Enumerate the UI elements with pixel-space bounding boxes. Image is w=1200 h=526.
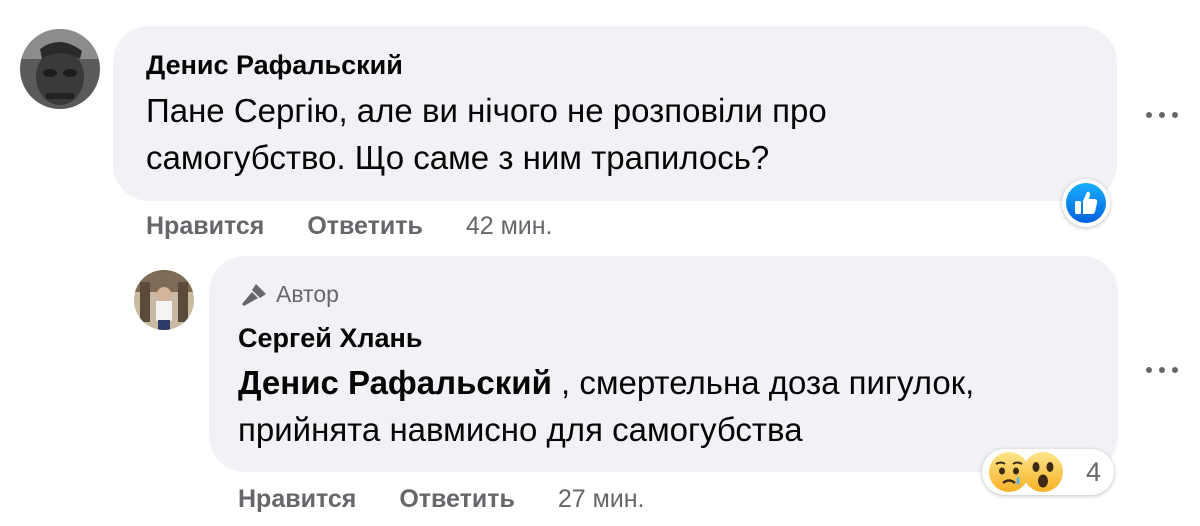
wow-icon (1023, 452, 1063, 492)
reply-author-avatar[interactable] (134, 270, 194, 330)
microphone-icon (242, 284, 266, 306)
comment-actions: Нравится Ответить 42 мин. (146, 212, 552, 241)
reply-reactions[interactable]: 4 (982, 449, 1114, 495)
comment-text: Пане Сергію, але ви нічого не розповіли … (146, 87, 1096, 181)
reply-text-line-1: Денис Рафальский , смертельна доза пигул… (238, 359, 1098, 406)
comment-reaction-badge[interactable] (1062, 179, 1110, 227)
like-icon (1066, 183, 1106, 223)
reply-author-name[interactable]: Сергей Хлань (238, 323, 422, 354)
comment-like-button[interactable]: Нравится (146, 212, 264, 240)
reply-text: Денис Рафальский , смертельна доза пигул… (238, 359, 1098, 453)
author-badge-label: Автор (276, 281, 339, 307)
comment-timestamp[interactable]: 42 мин. (466, 212, 553, 240)
commenter-avatar[interactable] (20, 29, 100, 109)
comment-author-name[interactable]: Денис Рафальский (146, 50, 403, 81)
reply-timestamp[interactable]: 27 мин. (558, 485, 645, 513)
author-badge: Автор (238, 280, 339, 308)
comment-more-options-button[interactable] (1142, 100, 1182, 130)
comment-text-line-1: Пане Сергію, але ви нічого не розповіли … (146, 92, 827, 129)
comment-reply-button[interactable]: Ответить (307, 212, 423, 240)
mention-link[interactable]: Денис Рафальский (238, 364, 552, 401)
reply-actions: Нравится Ответить 27 мин. (238, 485, 644, 514)
reply-text-line-2: прийнята навмисно для самогубства (238, 411, 803, 448)
comment-text-line-2: самогубство. Що саме з ним трапилось? (146, 139, 770, 176)
reaction-count: 4 (1086, 457, 1102, 487)
reply-reply-button[interactable]: Ответить (399, 485, 515, 513)
reply-text-line-1-rest: , смертельна доза пигулок, (551, 364, 975, 401)
reply-more-options-button[interactable] (1142, 355, 1182, 385)
reply-like-button[interactable]: Нравится (238, 485, 356, 513)
